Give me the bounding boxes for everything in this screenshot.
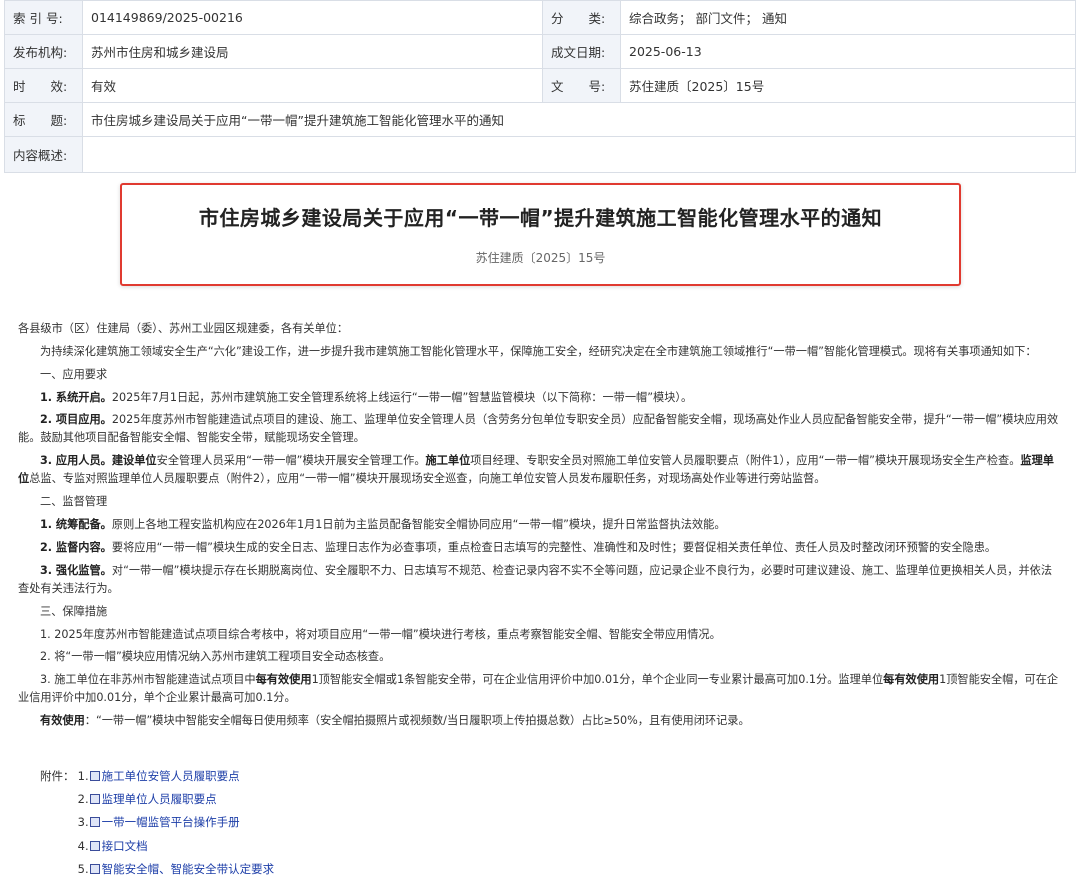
paragraph-text: 2025年度苏州市智能建造试点项目的建设、施工、监理单位安全管理人员（含劳务分包… xyxy=(18,413,1059,445)
paragraph-lead: 1. 统筹配备。 xyxy=(40,518,112,532)
title-label: 标 题: xyxy=(4,102,83,137)
attachment-link[interactable]: 施工单位安管人员履职要点 xyxy=(102,769,240,783)
doc-number-label: 文 号: xyxy=(542,68,621,103)
section-heading: 二、监督管理 xyxy=(40,495,108,509)
paragraph-text: 要将应用“一带一帽”模块生成的安全日志、监理日志作为必查事项，重点检查日志填写的… xyxy=(111,540,997,554)
attachment-number: 4. xyxy=(77,838,89,853)
paragraph-lead: 每有效使用 xyxy=(255,673,312,687)
summary-label: 内容概述: xyxy=(4,136,83,173)
category-label: 分 类: xyxy=(542,0,621,35)
paragraph: 2. 监督内容。要将应用“一带一帽”模块生成的安全日志、监理日志作为必查事项，重… xyxy=(18,537,1062,560)
paragraph: 3. 应用人员。建设单位安全管理人员采用“一带一帽”模块开展安全管理工作。施工单… xyxy=(18,450,1062,491)
attachment-number: 5. xyxy=(77,861,89,876)
attachment-number: 2. xyxy=(77,792,89,807)
summary-value xyxy=(82,136,1076,173)
validity-value: 有效 xyxy=(82,68,543,103)
attachments-list: 附件： 1. 施工单位安管人员履职要点 2. 监理单位人员履职要点 3. 一带一帽监管… xyxy=(40,765,274,881)
paragraph-text: 1顶智能安全帽或1条智能安全带，可在企业信用评价中加0.01分，单个企业同一专业… xyxy=(311,673,884,687)
attachment-row: 5. 智能安全帽、智能安全带认定要求 xyxy=(40,858,274,881)
document-icon xyxy=(89,771,100,781)
metadata-row: 索 引 号: 014149869/2025-00216 分 类: 综合政务； 部… xyxy=(4,0,1076,35)
attachment-row: 2. 监理单位人员履职要点 xyxy=(40,788,274,811)
document-metadata-table: 索 引 号: 014149869/2025-00216 分 类: 综合政务； 部… xyxy=(4,0,1076,173)
paragraph: 1. 系统开启。2025年7月1日起，苏州市建筑施工安全管理系统将上线运行“一带… xyxy=(18,387,1062,410)
paragraph: 有效使用：“一带一帽”模块中智能安全帽每日使用频率（安全帽拍摄照片或视频数/当日… xyxy=(18,710,1062,733)
paragraph-text: 3. 施工单位在非苏州市智能建造试点项目中 xyxy=(40,673,256,687)
document-icon xyxy=(89,863,100,874)
metadata-row: 内容概述: xyxy=(4,136,1076,173)
category-value: 综合政务； 部门文件； 通知 xyxy=(620,0,1076,35)
attachment-link[interactable]: 监理单位人员履职要点 xyxy=(102,792,217,806)
document-title: 市住房城乡建设局关于应用“一带一帽”提升建筑施工智能化管理水平的通知 xyxy=(198,206,883,230)
attachment-link[interactable]: 接口文档 xyxy=(102,839,148,853)
date-value: 2025-06-13 xyxy=(620,34,1076,69)
index-number-value: 014149869/2025-00216 xyxy=(82,0,543,35)
paragraph-text: ：“一带一帽”模块中智能安全帽每日使用频率（安全帽拍摄照片或视频数/当日履职项上… xyxy=(84,714,750,728)
highlighted-title-box: 市住房城乡建设局关于应用“一带一帽”提升建筑施工智能化管理水平的通知 苏住建质〔… xyxy=(120,183,961,286)
salutation: 各县级市（区）住建局（委）、苏州工业园区规建委，各有关单位： xyxy=(18,322,349,335)
section-heading: 一、应用要求 xyxy=(40,367,108,381)
attachments-label: 附件： xyxy=(40,769,75,783)
paragraph: 3. 施工单位在非苏州市智能建造试点项目中每有效使用1顶智能安全帽或1条智能安全… xyxy=(18,669,1062,710)
section-heading: 三、保障措施 xyxy=(40,604,108,618)
paragraph-text: 对“一带一帽”模块提示存在长期脱离岗位、安全履职不力、日志填写不规范、检查记录内… xyxy=(18,563,1053,595)
publisher-value: 苏州市住房和城乡建设局 xyxy=(82,34,543,69)
date-label: 成文日期: xyxy=(542,34,621,69)
paragraph-lead: 有效使用 xyxy=(40,714,85,728)
attachment-row: 4. 接口文档 xyxy=(40,835,274,858)
intro-paragraph: 为持续深化建筑施工领域安全生产“六化”建设工作，进一步提升我市建筑施工智能化管理… xyxy=(40,344,1037,358)
index-number-label: 索 引 号: xyxy=(4,0,83,35)
paragraph-text: 安全管理人员采用“一带一帽”模块开展安全管理工作。 xyxy=(156,454,426,468)
attachment-row: 附件： 1. 施工单位安管人员履职要点 xyxy=(40,765,274,788)
document-icon xyxy=(89,794,100,805)
paragraph: 3. 强化监管。对“一带一帽”模块提示存在长期脱离岗位、安全履职不力、日志填写不… xyxy=(18,560,1062,601)
publisher-label: 发布机构: xyxy=(4,34,83,69)
paragraph-lead: 3. 强化监管。 xyxy=(40,563,112,577)
document-number: 苏住建质〔2025〕15号 xyxy=(475,251,606,265)
title-value: 市住房城乡建设局关于应用“一带一帽”提升建筑施工智能化管理水平的通知 xyxy=(82,102,1076,137)
document-icon xyxy=(89,817,100,828)
attachment-number: 1. xyxy=(77,769,89,783)
paragraph-text: 原则上各地工程安监机构应在2026年1月1日前为主监员配备智能安全帽协同应用“一… xyxy=(111,518,726,532)
paragraph-lead: 施工单位 xyxy=(425,454,471,468)
paragraph: 2. 项目应用。2025年度苏州市智能建造试点项目的建设、施工、监理单位安全管理… xyxy=(18,409,1062,450)
metadata-row: 时 效: 有效 文 号: 苏住建质〔2025〕15号 xyxy=(4,68,1076,103)
paragraph-lead: 2. 项目应用。 xyxy=(40,413,112,427)
paragraph-text: 项目经理、专职安全员对照施工单位安管人员履职要点（附件1），应用“一带一帽”模块… xyxy=(470,454,1021,468)
metadata-row: 发布机构: 苏州市住房和城乡建设局 成文日期: 2025-06-13 xyxy=(4,34,1076,69)
attachment-row: 3. 一带一帽监管平台操作手册 xyxy=(40,811,274,834)
paragraph: 1. 2025年度苏州市智能建造试点项目综合考核中，将对项目应用“一带一帽”模块… xyxy=(40,627,721,641)
paragraph-lead: 3. 应用人员。建设单位 xyxy=(40,454,157,468)
paragraph: 2. 将“一带一帽”模块应用情况纳入苏州市建筑工程项目安全动态核查。 xyxy=(40,650,391,664)
paragraph-text: 总监、专监对照监理单位人员履职要点（附件2），应用“一带一帽”模块开展现场安全巡… xyxy=(29,472,826,486)
paragraph: 1. 统筹配备。原则上各地工程安监机构应在2026年1月1日前为主监员配备智能安… xyxy=(18,514,1062,537)
paragraph-lead: 1. 系统开启。 xyxy=(40,390,112,404)
attachment-number: 3. xyxy=(77,815,89,830)
paragraph-lead: 2. 监督内容。 xyxy=(40,540,112,554)
validity-label: 时 效: xyxy=(4,68,83,103)
document-icon xyxy=(89,840,100,851)
attachment-link[interactable]: 智能安全帽、智能安全带认定要求 xyxy=(102,862,275,876)
paragraph-lead: 每有效使用 xyxy=(883,673,940,687)
attachment-link[interactable]: 一带一帽监管平台操作手册 xyxy=(102,815,240,829)
paragraph-text: 2025年7月1日起，苏州市建筑施工安全管理系统将上线运行“一带一帽”智慧监管模… xyxy=(111,390,693,404)
metadata-row: 标 题: 市住房城乡建设局关于应用“一带一帽”提升建筑施工智能化管理水平的通知 xyxy=(4,102,1076,137)
doc-number-value: 苏住建质〔2025〕15号 xyxy=(620,68,1076,103)
document-body: 各县级市（区）住建局（委）、苏州工业园区规建委，各有关单位： 为持续深化建筑施工… xyxy=(18,318,1062,733)
